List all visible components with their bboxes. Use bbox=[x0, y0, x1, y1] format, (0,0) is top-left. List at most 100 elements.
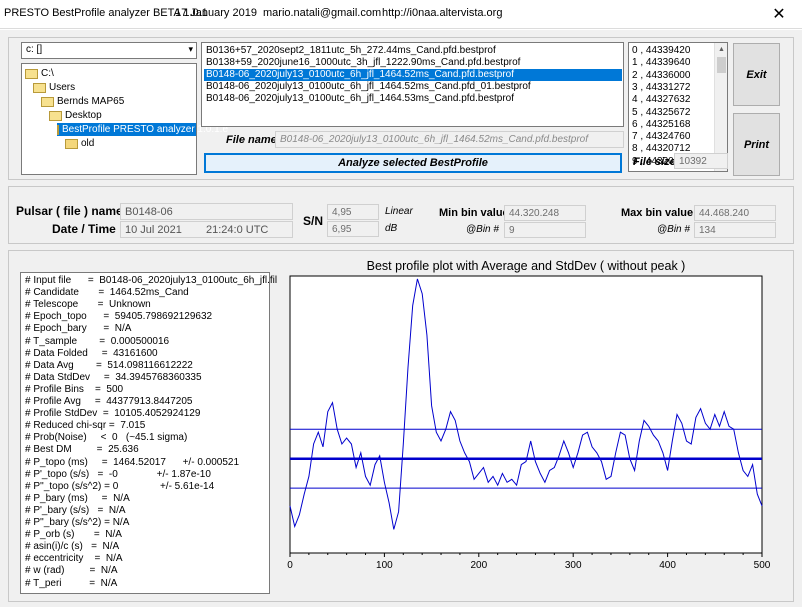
header-line: # Telescope = Unknown bbox=[25, 299, 151, 311]
max-bin-index-field: 134 bbox=[694, 222, 776, 238]
file-item[interactable]: B0148-06_2020july13_0100utc_6h_jfl_1464.… bbox=[204, 93, 622, 105]
bin-value-item[interactable]: 5 , 44325672 bbox=[632, 107, 714, 119]
header-line: # P_bary (ms) = N/A bbox=[25, 492, 130, 504]
file-item[interactable]: B0136+57_2020sept2_1811utc_5h_272.44ms_C… bbox=[204, 45, 622, 57]
drive-select[interactable]: c: [] ▾ bbox=[21, 42, 197, 59]
min-bin-index-field: 9 bbox=[504, 222, 586, 238]
directory-item-label: Bernds MAP65 bbox=[57, 96, 125, 107]
header-line: # T_sample = 0.000500016 bbox=[25, 335, 170, 347]
min-bin-at-label: @Bin # bbox=[466, 224, 499, 235]
title-bar: PRESTO BestProfile analyzer BETA 1.0.1 1… bbox=[0, 0, 802, 29]
header-line: # Data Folded = 43161600 bbox=[25, 347, 158, 359]
directory-item[interactable]: BestProfile PRESTO analyzer 1.0.1.e bbox=[57, 123, 228, 136]
header-line: # eccentricity = N/A bbox=[25, 553, 123, 565]
date-time-field: 10 Jul 2021 21:24:0 UTC bbox=[120, 221, 293, 238]
bin-value-item[interactable]: 1 , 44339640 bbox=[632, 57, 714, 69]
header-line: # Input file = B0148-06_2020july13_0100u… bbox=[25, 275, 278, 286]
file-list[interactable]: B0136+57_2020sept2_1811utc_5h_272.44ms_C… bbox=[201, 42, 624, 127]
header-line: # Data StdDev = 34.3945768360335 bbox=[25, 371, 202, 383]
scroll-thumb[interactable] bbox=[717, 57, 726, 73]
x-tick-label: 100 bbox=[376, 560, 393, 571]
directory-item-label: Desktop bbox=[65, 110, 102, 121]
folder-open-icon bbox=[25, 68, 38, 79]
directory-item[interactable]: Bernds MAP65 bbox=[41, 95, 124, 108]
file-name-label: File name bbox=[226, 134, 277, 146]
header-line: # asin(i)/c (s) = N/A bbox=[25, 541, 120, 553]
sn-db-field: 6,95 bbox=[327, 221, 379, 237]
header-line: # P_topo (ms) = 1464.52017 +/- 0.000521 bbox=[25, 456, 240, 468]
file-item[interactable]: B0148-06_2020july13_0100utc_6h_jfl_1464.… bbox=[204, 81, 622, 93]
time-value: 21:24:0 UTC bbox=[206, 224, 269, 236]
window-title-email: mario.natali@gmail.com bbox=[263, 7, 382, 19]
sn-label: S/N bbox=[303, 214, 324, 228]
sn-linear-unit: Linear bbox=[385, 206, 413, 217]
max-bin-value-field: 44.468.240 bbox=[694, 205, 776, 221]
header-line: # T_peri = N/A bbox=[25, 577, 118, 589]
directory-item[interactable]: Users bbox=[33, 81, 75, 94]
sn-linear-field: 4,95 bbox=[327, 204, 379, 220]
header-line: # Profile Bins = 500 bbox=[25, 383, 124, 395]
directory-item[interactable]: C:\ bbox=[25, 67, 54, 80]
directory-item[interactable]: Desktop bbox=[49, 109, 102, 122]
directory-item-label: old bbox=[81, 138, 95, 149]
bestprof-header-list[interactable]: # Input file = B0148-06_2020july13_0100u… bbox=[20, 272, 277, 594]
profile-chart-svg: Best profile plot with Average and StdDe… bbox=[287, 259, 771, 571]
plot-frame bbox=[289, 275, 763, 554]
header-line: # Reduced chi-sqr = 7.015 bbox=[25, 420, 146, 432]
x-tick-label: 0 bbox=[287, 560, 293, 571]
profile-chart: Best profile plot with Average and StdDe… bbox=[277, 255, 789, 600]
file-name-field: B0148-06_2020july13_0100utc_6h_jfl_1464.… bbox=[275, 131, 624, 148]
header-line: # Profile Avg = 44377913.8447205 bbox=[25, 396, 193, 407]
folder-open-icon bbox=[49, 110, 62, 121]
header-line: # P'_topo (s/s) = -0 +/- 1.87e-10 bbox=[25, 468, 211, 480]
chart-title: Best profile plot with Average and StdDe… bbox=[367, 259, 686, 273]
file-size-label: File size bbox=[633, 156, 676, 168]
header-line: # P''_topo (s/s^2) = 0 +/- 5.61e-14 bbox=[25, 480, 215, 492]
header-line: # w (rad) = N/A bbox=[25, 565, 118, 577]
directory-item-label: C:\ bbox=[41, 68, 54, 79]
date-time-label: Date / Time bbox=[52, 222, 116, 236]
exit-button[interactable]: Exit bbox=[733, 43, 780, 106]
file-item[interactable]: B0148-06_2020july13_0100utc_6h_jfl_1464.… bbox=[204, 69, 622, 81]
window-close-button[interactable]: ✕ bbox=[756, 0, 802, 28]
bin-value-item[interactable]: 3 , 44331272 bbox=[632, 82, 714, 94]
bin-value-item[interactable]: 7 , 44324760 bbox=[632, 131, 714, 143]
header-line: # Candidate = 1464.52ms_Cand bbox=[25, 287, 189, 299]
file-item[interactable]: B0138+59_2020june16_1000utc_3h_jfl_1222.… bbox=[204, 57, 622, 69]
print-button[interactable]: Print bbox=[733, 113, 780, 176]
analyze-button[interactable]: Analyze selected BestProfile bbox=[204, 153, 622, 173]
max-bin-label: Max bin value bbox=[621, 207, 694, 219]
pulsar-name-label: Pulsar ( file ) name bbox=[16, 204, 123, 218]
close-icon: ✕ bbox=[772, 6, 786, 23]
bin-value-item[interactable]: 6 , 44325168 bbox=[632, 119, 714, 131]
bin-value-item[interactable]: 2 , 44336000 bbox=[632, 70, 714, 82]
header-line: # Epoch_topo = 59405.798692129632 bbox=[25, 311, 213, 323]
window-title-date: 17 January 2019 bbox=[175, 7, 257, 19]
file-size-field: 10392 bbox=[674, 153, 728, 169]
header-line: # P'_bary (s/s) = N/A bbox=[25, 504, 126, 516]
folder-icon bbox=[65, 138, 78, 149]
bin-value-item[interactable]: 0 , 44339420 bbox=[632, 45, 714, 57]
header-line: # Data Avg = 514.098116612222 bbox=[25, 359, 193, 371]
window-title-url: http://i0naa.altervista.org bbox=[382, 7, 503, 19]
folder-open-icon bbox=[33, 82, 46, 93]
min-bin-label: Min bin value bbox=[439, 207, 509, 219]
header-line: # P''_bary (s/s^2) = N/A bbox=[25, 517, 130, 528]
scroll-up-icon[interactable]: ▲ bbox=[715, 43, 728, 56]
directory-item-label: Users bbox=[49, 82, 76, 93]
drive-select-value: c: [] bbox=[26, 44, 43, 55]
header-line: # Epoch_bary = N/A bbox=[25, 323, 132, 335]
header-line: # Best DM = 25.636 bbox=[25, 444, 139, 456]
bin-value-item[interactable]: 4 , 44327632 bbox=[632, 94, 714, 106]
min-bin-value-field: 44.320.248 bbox=[504, 205, 586, 221]
directory-list[interactable]: C:\ Users Bernds MAP65 Desktop BestProfile P… bbox=[21, 63, 228, 175]
header-line: # P_orb (s) = N/A bbox=[25, 529, 122, 541]
x-tick-label: 300 bbox=[565, 560, 582, 571]
date-value: 10 Jul 2021 bbox=[125, 224, 182, 236]
directory-item[interactable]: old bbox=[65, 137, 94, 150]
max-bin-at-label: @Bin # bbox=[657, 224, 690, 235]
pulsar-name-field: B0148-06 bbox=[120, 203, 293, 220]
x-tick-label: 200 bbox=[470, 560, 487, 571]
folder-open-icon bbox=[41, 96, 54, 107]
bin-list-scrollbar[interactable]: ▲ ▼ bbox=[714, 43, 727, 171]
